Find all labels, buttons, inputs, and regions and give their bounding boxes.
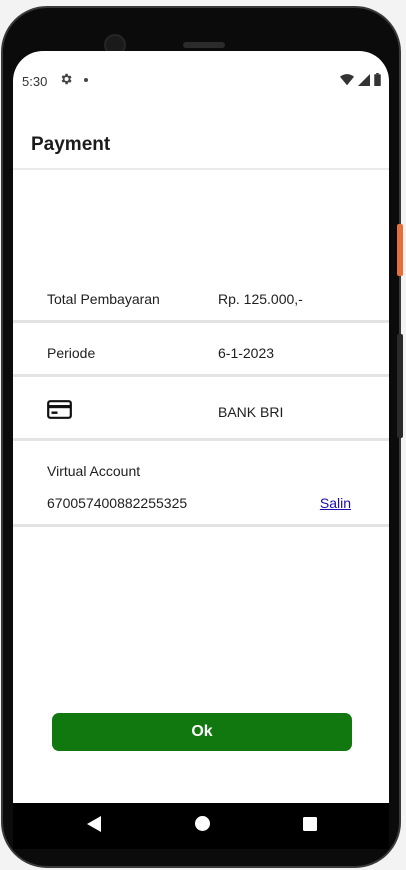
back-button[interactable] [71,803,117,849]
total-payment-row: Total Pembayaran Rp. 125.000,- [13,269,389,323]
status-time: 5:30 [22,74,48,89]
virtual-account-row: Virtual Account 670057400882255325 Salin [13,441,389,527]
total-payment-value: Rp. 125.000,- [218,291,303,307]
app-bar: Payment [13,118,389,170]
battery-icon [374,73,381,91]
period-value: 6-1-2023 [218,345,275,361]
back-icon [87,815,101,837]
signal-icon [358,73,370,91]
bank-name: BANK BRI [218,404,284,420]
virtual-account-label: Virtual Account [47,463,141,479]
status-icons [340,73,381,91]
ok-button[interactable]: Ok [52,713,352,751]
gear-icon [59,72,73,89]
home-button[interactable] [179,803,225,849]
wifi-icon [340,73,354,91]
virtual-account-number: 670057400882255325 [47,495,188,511]
recents-icon [303,816,317,836]
page-title: Payment [31,134,111,155]
recents-button[interactable] [287,803,333,849]
period-label: Periode [47,345,96,361]
notification-dot-icon [84,78,88,82]
status-bar: 5:30 [13,51,389,91]
period-row: Periode 6-1-2023 [13,323,389,377]
payment-method-row: BANK BRI [13,377,389,441]
app-screen: 5:30 Payment Total Pembayaran Rp. 125.00… [13,51,389,803]
earpiece-speaker [183,42,225,48]
copy-link[interactable]: Salin [320,495,351,511]
navigation-bar [13,803,389,849]
home-icon [194,816,210,836]
side-button-volume [397,334,403,438]
total-payment-label: Total Pembayaran [47,291,160,307]
side-button-power [397,224,403,276]
credit-card-icon [47,400,72,424]
